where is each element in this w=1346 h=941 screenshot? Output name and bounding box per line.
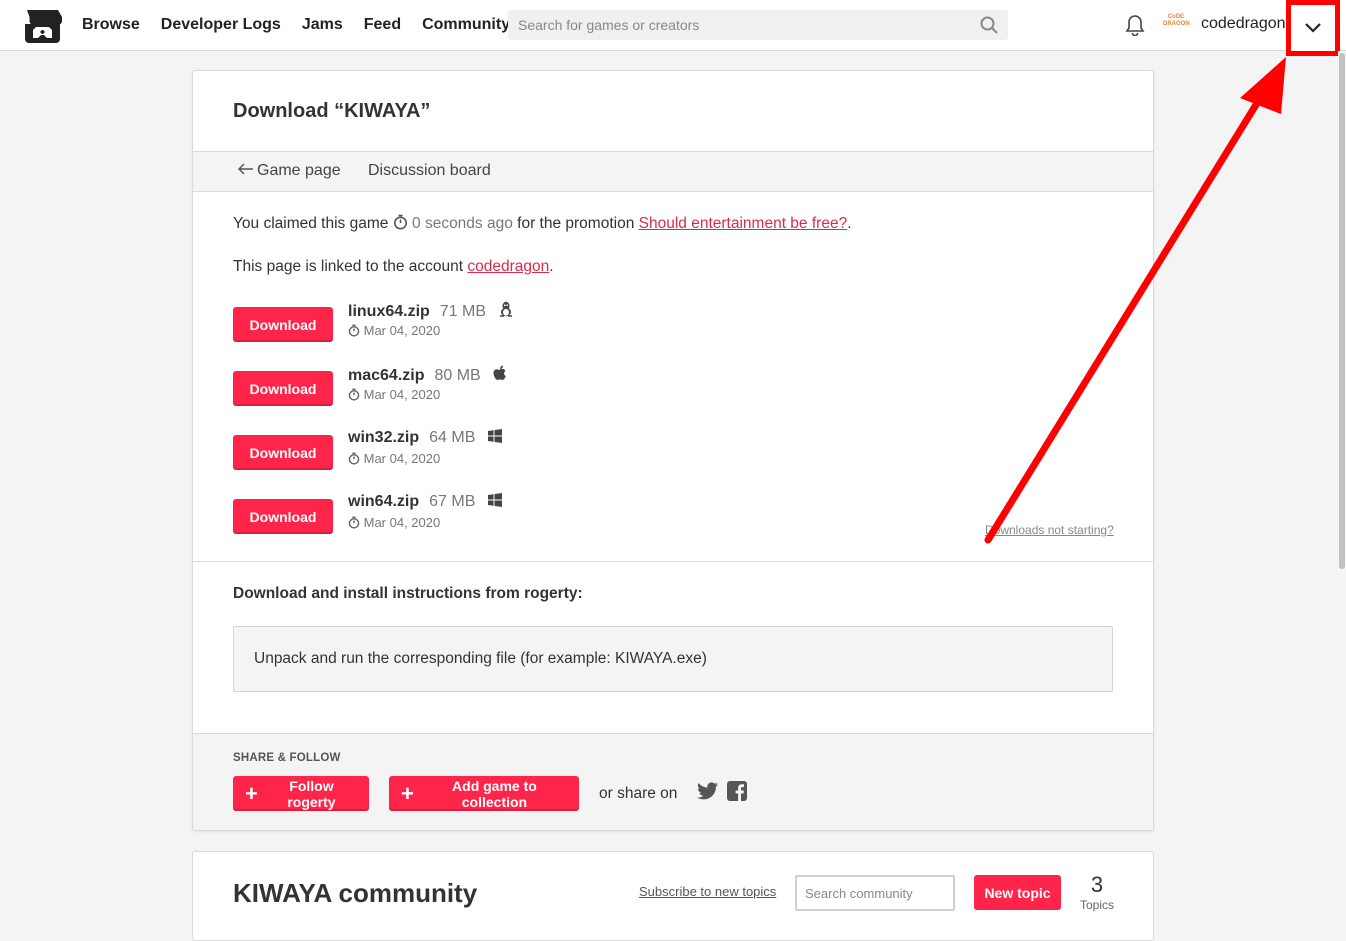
page-tabs: Game page Discussion board (193, 151, 1153, 192)
tab-game-page[interactable]: Game page (237, 162, 341, 180)
or-share-text: or share on (599, 785, 678, 802)
file-date: Mar 04, 2020 (348, 323, 440, 338)
username[interactable]: codedragon (1201, 15, 1286, 33)
download-button[interactable]: Download (233, 499, 333, 534)
file-name: win64.zip (348, 493, 420, 510)
file-info: linux64.zip 71 MB (348, 301, 513, 321)
community-search-input[interactable] (797, 877, 953, 909)
download-card: Download “KIWAYA” Game page Discussion b… (192, 70, 1154, 831)
nav-jams[interactable]: Jams (302, 16, 343, 34)
claim-prefix: You claimed this game (233, 215, 389, 232)
download-row: Download linux64.zip 71 MB Mar 04, 2020 (233, 301, 933, 342)
account-info: This page is linked to the account coded… (233, 258, 554, 276)
tab-game-page-label: Game page (257, 162, 341, 179)
file-date-text: Mar 04, 2020 (363, 451, 441, 466)
windows-icon (487, 493, 502, 507)
twitter-icon[interactable] (697, 782, 718, 800)
subscribe-topics-link[interactable]: Subscribe to new topics (639, 884, 776, 899)
add-to-collection-label: Add game to collection (452, 777, 537, 810)
file-info: win64.zip 67 MB (348, 493, 502, 511)
instructions-box: Unpack and run the corresponding file (f… (233, 626, 1113, 692)
divider (193, 561, 1153, 562)
file-name: mac64.zip (348, 367, 425, 384)
download-button[interactable]: Download (233, 435, 333, 470)
search-box (508, 10, 1008, 40)
nav-feed[interactable]: Feed (364, 16, 401, 34)
community-card: KIWAYA community Subscribe to new topics… (192, 851, 1154, 941)
add-to-collection-button[interactable]: + Add game to collection (389, 776, 579, 811)
top-bar: Browse Developer Logs Jams Feed Communit… (0, 0, 1346, 56)
file-name: win32.zip (348, 429, 420, 446)
file-info: mac64.zip 80 MB (348, 365, 507, 385)
claim-middle: for the promotion (517, 215, 635, 232)
stopwatch-icon (348, 452, 360, 465)
community-title: KIWAYA community (233, 878, 478, 908)
claim-info: You claimed this game 0 seconds ago for … (233, 214, 852, 233)
itchio-logo-icon[interactable] (22, 8, 63, 44)
share-follow-section: SHARE & FOLLOW + Follow rogerty + Add ga… (193, 733, 1153, 830)
community-search-box (795, 875, 955, 911)
share-follow-label: SHARE & FOLLOW (233, 752, 341, 764)
facebook-icon[interactable] (727, 781, 747, 801)
page-scrollbar[interactable] (1338, 51, 1346, 920)
file-date: Mar 04, 2020 (348, 451, 440, 466)
account-suffix: . (549, 258, 554, 275)
new-topic-button[interactable]: New topic (974, 875, 1061, 910)
file-size: 71 MB (439, 303, 487, 320)
claim-time: 0 seconds ago (412, 215, 513, 232)
file-name: linux64.zip (348, 303, 430, 320)
follow-button-label: Follow rogerty (287, 777, 336, 810)
account-prefix: This page is linked to the account (233, 258, 464, 275)
plus-icon: + (245, 780, 258, 806)
nav-browse[interactable]: Browse (82, 16, 140, 34)
topics-label: Topics (1079, 898, 1114, 912)
search-icon[interactable] (980, 16, 998, 34)
follow-button[interactable]: + Follow rogerty (233, 776, 369, 811)
stopwatch-icon (393, 214, 407, 230)
promotion-link[interactable]: Should entertainment be free? (639, 215, 848, 232)
file-date-text: Mar 04, 2020 (363, 387, 441, 402)
search-input[interactable] (508, 10, 1008, 40)
linux-icon (499, 301, 512, 317)
download-button[interactable]: Download (233, 371, 333, 406)
bell-icon[interactable] (1125, 14, 1145, 36)
claim-suffix: . (847, 215, 852, 232)
user-menu-dropdown-button[interactable] (1286, 0, 1340, 56)
avatar[interactable]: CoDE DRAGON (1163, 14, 1190, 34)
file-date: Mar 04, 2020 (348, 387, 440, 402)
topics-count: 3 (1090, 872, 1104, 897)
file-date: Mar 04, 2020 (348, 515, 440, 530)
nav-developer-logs[interactable]: Developer Logs (161, 16, 281, 34)
file-date-text: Mar 04, 2020 (363, 323, 441, 338)
file-info: win32.zip 64 MB (348, 429, 502, 447)
windows-icon (487, 429, 502, 443)
stopwatch-icon (348, 516, 360, 529)
file-size: 67 MB (429, 493, 476, 510)
main-nav: Browse Developer Logs Jams Feed Communit… (82, 0, 510, 50)
chevron-down-icon (1305, 23, 1321, 33)
file-date-text: Mar 04, 2020 (363, 515, 441, 530)
page-title: Download “KIWAYA” (233, 100, 431, 122)
download-row: Download win32.zip 64 MB Mar 04, 2020 (233, 429, 933, 470)
nav-community[interactable]: Community (422, 16, 510, 34)
arrow-left-icon (237, 163, 253, 175)
instructions-heading: Download and install instructions from r… (233, 585, 583, 602)
apple-icon (493, 365, 506, 380)
file-size: 64 MB (429, 429, 476, 446)
stopwatch-icon (348, 388, 360, 401)
account-link[interactable]: codedragon (467, 258, 549, 275)
downloads-not-starting-link[interactable]: Downloads not starting? (985, 523, 1114, 537)
tab-discussion-board[interactable]: Discussion board (368, 162, 491, 180)
plus-icon: + (401, 780, 414, 806)
download-row: Download win64.zip 67 MB Mar 04, 2020 (233, 493, 933, 534)
download-row: Download mac64.zip 80 MB Mar 04, 2020 (233, 365, 933, 406)
file-size: 80 MB (434, 367, 481, 384)
stopwatch-icon (348, 324, 360, 337)
download-button[interactable]: Download (233, 307, 333, 342)
scrollbar-thumb[interactable] (1339, 53, 1345, 569)
